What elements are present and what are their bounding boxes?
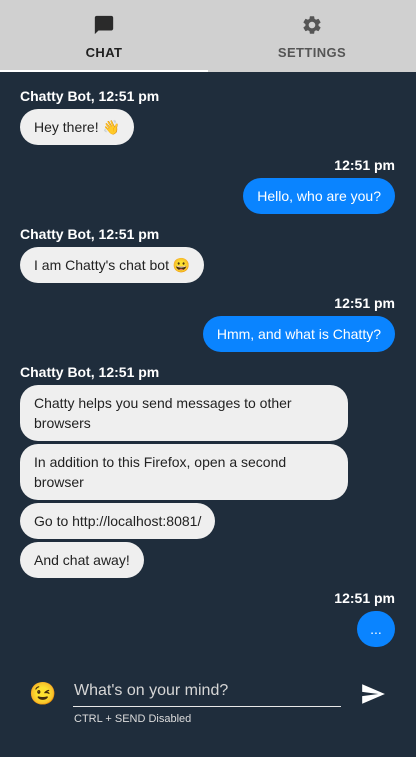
- tab-settings[interactable]: SETTINGS: [208, 0, 416, 72]
- chat-app: CHAT SETTINGS Chatty Bot, 12:51 pm Hey t…: [0, 0, 416, 757]
- message-meta: Chatty Bot, 12:51 pm: [20, 88, 160, 104]
- message-input[interactable]: [73, 678, 342, 704]
- tab-chat-label: CHAT: [85, 45, 123, 60]
- gear-icon: [301, 14, 323, 36]
- send-icon: [362, 684, 385, 704]
- message-meta: 12:51 pm: [334, 295, 395, 311]
- message-meta: Chatty Bot, 12:51 pm: [20, 226, 160, 242]
- bot-message-bubble: I am Chatty's chat bot 😀: [20, 247, 205, 283]
- tab-chat[interactable]: CHAT: [0, 0, 208, 72]
- user-message-bubble: Hello, who are you?: [243, 178, 395, 214]
- typing-indicator-bubble: ...: [357, 611, 395, 647]
- emoji-picker-button[interactable]: 😉: [29, 681, 56, 707]
- tab-settings-label: SETTINGS: [277, 45, 347, 60]
- message-input-wrapper: [73, 678, 342, 707]
- bot-message-bubble: And chat away!: [20, 542, 144, 578]
- tab-bar: CHAT SETTINGS: [0, 0, 416, 72]
- bot-message-bubble: Hey there! 👋: [20, 109, 134, 145]
- bot-message-bubble: Go to http://localhost:8081/: [20, 503, 216, 539]
- send-button[interactable]: [360, 681, 386, 707]
- message-meta: Chatty Bot, 12:51 pm: [20, 364, 160, 380]
- bot-message-bubble: In addition to this Firefox, open a seco…: [20, 444, 348, 500]
- message-meta: 12:51 pm: [334, 157, 395, 173]
- send-shortcut-hint: CTRL + SEND Disabled: [74, 713, 192, 725]
- chat-bubble-icon: [93, 14, 115, 36]
- user-message-bubble: Hmm, and what is Chatty?: [202, 316, 395, 352]
- message-meta: 12:51 pm: [334, 590, 395, 606]
- bot-message-bubble: Chatty helps you send messages to other …: [20, 385, 348, 441]
- message-list[interactable]: Chatty Bot, 12:51 pm Hey there! 👋 12:51 …: [0, 72, 416, 662]
- composer: 😉 CTRL + SEND Disabled: [0, 662, 416, 757]
